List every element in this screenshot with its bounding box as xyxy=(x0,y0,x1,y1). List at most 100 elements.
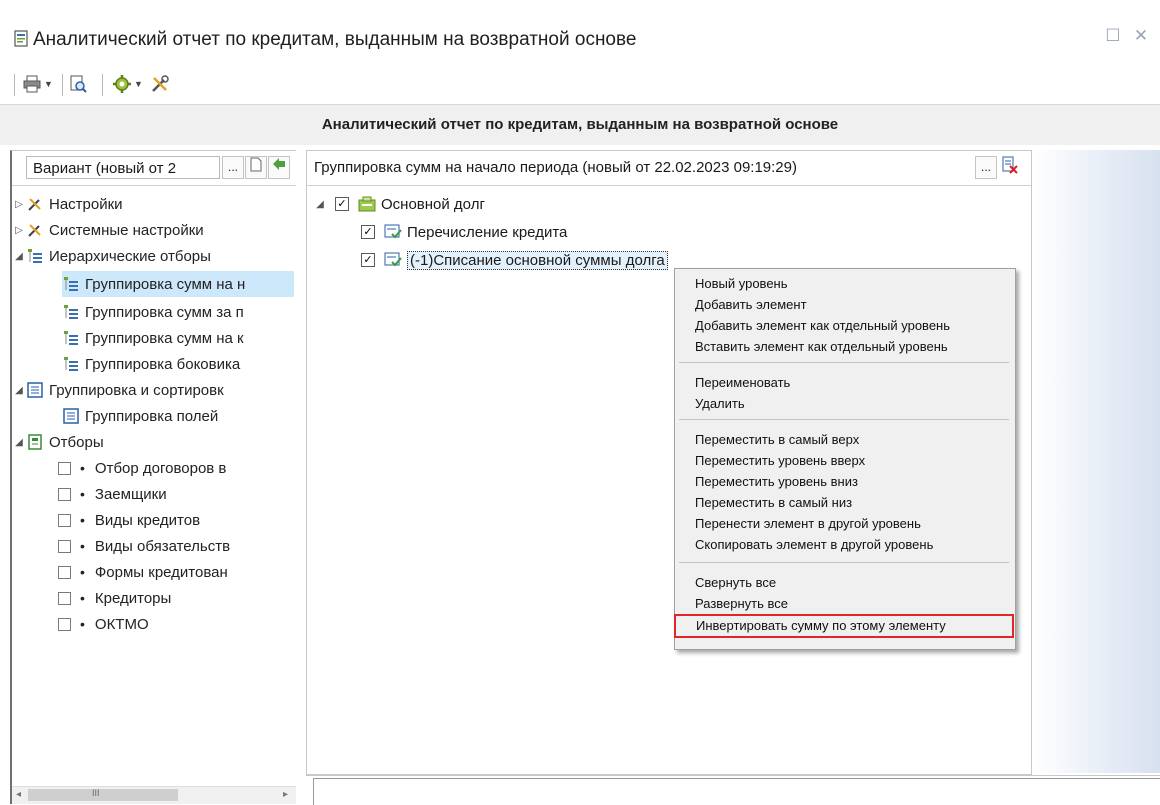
filter-item[interactable]: • Формы кредитован xyxy=(58,559,228,585)
close-button[interactable]: ✕ xyxy=(1128,24,1154,48)
clear-grouping-button[interactable] xyxy=(999,156,1021,179)
menu-item-add-element-as-level[interactable]: Добавить элемент как отдельный уровень xyxy=(675,315,1013,336)
tools-icon xyxy=(26,221,44,239)
tree-item-grouping-sorting[interactable]: ◢ Группировка и сортировк xyxy=(12,377,224,403)
chevron-down-icon[interactable]: ▼ xyxy=(44,79,53,89)
filter-item[interactable]: • Отбор договоров в xyxy=(58,455,226,481)
filter-checkbox[interactable] xyxy=(58,617,71,631)
bullet-icon: • xyxy=(80,538,85,554)
menu-item-delete[interactable]: Удалить xyxy=(675,393,1013,414)
grouping-header: Группировка сумм на начало периода (новы… xyxy=(307,151,1031,186)
tree-item-label: Группировка сумм на н xyxy=(85,275,246,293)
tree-item-label: ОКТМО xyxy=(94,615,149,633)
settings-tree-panel: Вариант (новый от 2 ... ▷ Настройки ▷ Си… xyxy=(10,150,296,804)
menu-item-copy-to-other-level[interactable]: Скопировать элемент в другой уровень xyxy=(675,534,1013,555)
node-checkbox[interactable]: ✓ xyxy=(335,197,349,211)
clear-table-icon xyxy=(1002,156,1018,174)
filter-checkbox[interactable] xyxy=(58,487,71,501)
collapse-arrow-icon[interactable]: ◢ xyxy=(12,251,26,262)
filter-item[interactable]: • Виды кредитов xyxy=(58,507,200,533)
settings-button[interactable]: ▼ xyxy=(112,72,143,96)
tree-node-principal-debt[interactable]: ◢ ✓ Основной долг xyxy=(313,191,485,217)
tree-item-label: Настройки xyxy=(49,195,123,213)
hierarchy-icon xyxy=(62,329,80,347)
tree-item-settings[interactable]: ▷ Настройки xyxy=(12,191,123,217)
operation-icon xyxy=(384,223,402,241)
document-icon xyxy=(250,157,262,172)
tree-item-label: Группировка и сортировк xyxy=(49,381,224,399)
menu-item-rename[interactable]: Переименовать xyxy=(675,372,1013,393)
print-button[interactable]: ▼ xyxy=(22,72,53,96)
hierarchy-icon xyxy=(26,247,44,265)
settings-gear-icon xyxy=(113,75,131,93)
preview-button[interactable] xyxy=(68,72,88,96)
menu-item-move-level-up[interactable]: Переместить уровень вверх xyxy=(675,450,1013,471)
filter-item[interactable]: • Заемщики xyxy=(58,481,167,507)
scroll-thumb[interactable]: III xyxy=(28,788,178,801)
tree-node-label: Основной долг xyxy=(381,195,485,213)
filter-checkbox[interactable] xyxy=(58,513,71,527)
menu-item-add-element[interactable]: Добавить элемент xyxy=(675,294,1013,315)
menu-item-move-level-down[interactable]: Переместить уровень вниз xyxy=(675,471,1013,492)
hierarchy-icon xyxy=(62,303,80,321)
maximize-button[interactable]: ☐ xyxy=(1100,24,1126,48)
collapse-arrow-icon[interactable]: ◢ xyxy=(12,385,26,396)
tree-item-label: Отборы xyxy=(49,433,104,451)
bullet-icon: • xyxy=(80,460,85,476)
tree-item-label: Группировка полей xyxy=(85,407,219,425)
menu-item-invert-sum[interactable]: Инвертировать сумму по этому элементу xyxy=(674,614,1014,638)
operation-icon xyxy=(384,251,402,269)
node-checkbox[interactable]: ✓ xyxy=(361,225,375,239)
scroll-grip: III xyxy=(92,788,100,798)
expand-arrow-icon[interactable]: ▷ xyxy=(12,225,26,236)
collapse-arrow-icon[interactable]: ◢ xyxy=(12,437,26,448)
bullet-icon: • xyxy=(80,564,85,580)
hierarchy-icon xyxy=(62,275,80,293)
tree-item-grouping-sidebar[interactable]: Группировка боковика xyxy=(62,351,240,377)
tree-item-field-grouping[interactable]: Группировка полей xyxy=(62,403,218,429)
menu-separator xyxy=(679,419,1009,420)
toolbar-grip xyxy=(14,74,15,96)
tree-item-label: Виды кредитов xyxy=(94,511,201,529)
menu-item-insert-element-as-level[interactable]: Вставить элемент как отдельный уровень xyxy=(675,336,1013,357)
filter-item[interactable]: • Виды обязательств xyxy=(58,533,230,559)
tree-item-system-settings[interactable]: ▷ Системные настройки xyxy=(12,217,204,243)
menu-item-move-to-other-level[interactable]: Перенести элемент в другой уровень xyxy=(675,513,1013,534)
grouping-title: Группировка сумм на начало периода (новы… xyxy=(314,159,797,176)
variant-select-button[interactable]: ... xyxy=(222,156,244,179)
variant-field[interactable]: Вариант (новый от 2 xyxy=(26,156,220,179)
bullet-icon: • xyxy=(80,512,85,528)
node-checkbox[interactable]: ✓ xyxy=(361,253,375,267)
tree-item-grouping-start[interactable]: Группировка сумм на н xyxy=(62,271,294,297)
bottom-pane-frame xyxy=(313,778,1160,805)
tree-item-hierarchical-filters[interactable]: ◢ Иерархические отборы xyxy=(12,243,211,269)
tree-item-grouping-end[interactable]: Группировка сумм на к xyxy=(62,325,244,351)
filter-item[interactable]: • Кредиторы xyxy=(58,585,171,611)
scroll-left-icon[interactable]: ◂ xyxy=(16,789,21,800)
tree-item-grouping-period[interactable]: Группировка сумм за п xyxy=(62,299,244,325)
menu-item-move-bottom[interactable]: Переместить в самый низ xyxy=(675,492,1013,513)
tree-node-credit-transfer[interactable]: ✓ Перечисление кредита xyxy=(361,219,567,245)
back-button[interactable] xyxy=(268,156,290,179)
filter-checkbox[interactable] xyxy=(58,591,71,605)
filter-item[interactable]: • ОКТМО xyxy=(58,611,149,637)
bottom-pane xyxy=(306,775,1160,805)
tree-item-filters[interactable]: ◢ Отборы xyxy=(12,429,104,455)
collapse-arrow-icon[interactable]: ◢ xyxy=(313,199,327,210)
scroll-right-icon[interactable]: ▸ xyxy=(283,789,288,800)
menu-item-expand-all[interactable]: Развернуть все xyxy=(675,593,1013,614)
grouping-select-button[interactable]: ... xyxy=(975,156,997,179)
tree-node-debt-writeoff[interactable]: ✓ (-1)Списание основной суммы долга xyxy=(361,247,668,273)
filter-checkbox[interactable] xyxy=(58,565,71,579)
expand-arrow-icon[interactable]: ▷ xyxy=(12,199,26,210)
filter-checkbox[interactable] xyxy=(58,539,71,553)
menu-item-move-top[interactable]: Переместить в самый верх xyxy=(675,429,1013,450)
menu-item-new-level[interactable]: Новый уровень xyxy=(675,273,1013,294)
tree-node-label: Перечисление кредита xyxy=(407,223,568,241)
new-document-button[interactable] xyxy=(245,156,267,179)
filter-checkbox[interactable] xyxy=(58,461,71,475)
chevron-down-icon[interactable]: ▼ xyxy=(134,79,143,89)
tools-button[interactable] xyxy=(150,72,170,96)
horizontal-scrollbar[interactable]: ◂ III ▸ xyxy=(12,786,296,804)
menu-item-collapse-all[interactable]: Свернуть все xyxy=(675,572,1013,593)
